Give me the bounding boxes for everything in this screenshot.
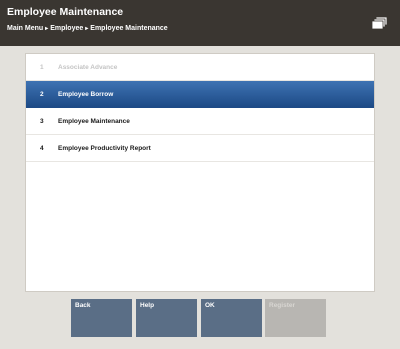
menu-item-label: Employee Productivity Report	[58, 145, 151, 152]
breadcrumb-separator: ▸	[85, 26, 89, 32]
menu-item-label: Employee Borrow	[58, 91, 114, 98]
menu-item-associate-advance: 1 Associate Advance	[26, 54, 374, 81]
windows-icon[interactable]	[371, 16, 388, 30]
ok-button[interactable]: OK	[201, 299, 262, 337]
menu-item-label: Employee Maintenance	[58, 118, 130, 125]
menu-item-number: 1	[40, 64, 44, 71]
menu-item-employee-maintenance[interactable]: 3 Employee Maintenance	[26, 108, 374, 135]
breadcrumb-item-main-menu[interactable]: Main Menu	[7, 25, 43, 32]
register-button: Register	[265, 299, 326, 337]
breadcrumb-item-employee[interactable]: Employee	[50, 25, 83, 32]
breadcrumb: Main Menu ▸ Employee ▸ Employee Maintenance	[7, 25, 168, 32]
button-bar: Back Help OK Register	[71, 299, 329, 337]
menu-item-number: 2	[40, 91, 44, 98]
breadcrumb-item-employee-maintenance: Employee Maintenance	[90, 25, 168, 32]
help-button[interactable]: Help	[136, 299, 197, 337]
title-bar: Employee Maintenance Main Menu ▸ Employee ▸…	[0, 0, 400, 46]
menu-item-label: Associate Advance	[58, 64, 118, 71]
menu-item-employee-productivity-report[interactable]: 4 Employee Productivity Report	[26, 135, 374, 162]
menu-item-number: 3	[40, 118, 44, 125]
menu-list: 1 Associate Advance 2 Employee Borrow 3 …	[25, 53, 375, 292]
back-button[interactable]: Back	[71, 299, 132, 337]
breadcrumb-separator: ▸	[45, 26, 49, 32]
page-title: Employee Maintenance	[7, 6, 124, 18]
menu-item-number: 4	[40, 145, 44, 152]
menu-item-employee-borrow[interactable]: 2 Employee Borrow	[26, 81, 374, 108]
